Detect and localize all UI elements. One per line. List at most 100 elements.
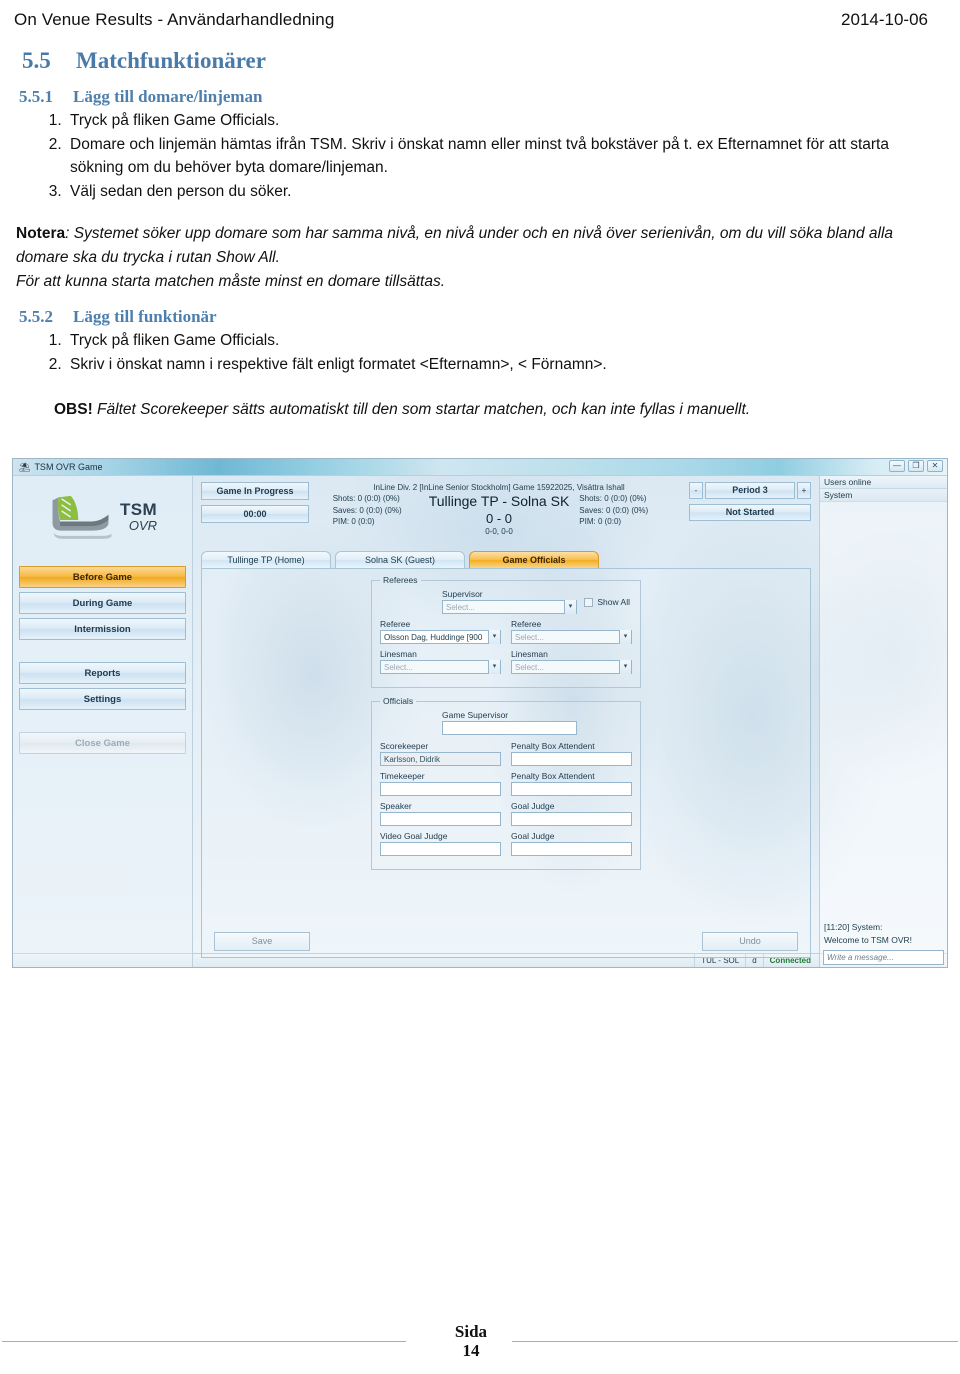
heading-5-5-1: 5.5.1 Lägg till domare/linjeman <box>19 87 944 107</box>
penalty-box-2-input[interactable] <box>511 782 632 796</box>
video-goal-judge-input[interactable] <box>380 842 501 856</box>
chevron-down-icon[interactable]: ▾ <box>488 630 500 644</box>
linesman-right-select[interactable]: Select... ▾ <box>511 660 632 674</box>
tab-game-officials[interactable]: Game Officials <box>469 551 599 568</box>
period-control: - Period 3 + Not Started <box>689 482 811 550</box>
close-icon[interactable]: ✕ <box>927 460 943 472</box>
scorekeeper-value: Karlsson, Didrik <box>384 754 441 764</box>
heading-5-5-1-number: 5.5.1 <box>19 87 53 106</box>
logo-line-2: OVR <box>128 518 158 534</box>
linesman-right-value: Select... <box>515 662 544 672</box>
guest-pim: PIM: 0 (0:0) <box>579 517 622 527</box>
period-label[interactable]: Period 3 <box>705 482 795 499</box>
officials-group: Officials Game Supervisor Scorekeeper Ka… <box>371 696 641 870</box>
referee-right-select[interactable]: Select... ▾ <box>511 630 632 644</box>
period-increment-button[interactable]: + <box>797 482 811 499</box>
chat-log: [11:20] System: Welcome to TSM OVR! <box>824 922 913 945</box>
speaker-input[interactable] <box>380 812 501 826</box>
sidebar-item-reports[interactable]: Reports <box>19 662 186 684</box>
sidebar-divider-2 <box>13 714 192 728</box>
score-row: Shots: 0 (0:0) (0%) Saves: 0 (0:0) (0%) … <box>309 493 689 536</box>
panel-actions: Save Undo <box>202 932 810 951</box>
scoreboard: InLine Div. 2 [InLine Senior Stockholm] … <box>309 482 689 550</box>
home-stats: Shots: 0 (0:0) (0%) Saves: 0 (0:0) (0%) … <box>333 493 419 528</box>
timekeeper-label: Timekeeper <box>380 771 425 781</box>
officials-legend: Officials <box>383 696 414 706</box>
sidebar-item-before-game[interactable]: Before Game <box>19 566 186 588</box>
supervisor-row: Supervisor Select... ▾ Show All <box>380 589 632 619</box>
document-header-date: 2014-10-06 <box>841 10 928 29</box>
period-decrement-button[interactable]: - <box>689 482 703 499</box>
page-number: Sida 14 <box>440 1322 502 1360</box>
goal-judge-2-input[interactable] <box>511 842 632 856</box>
restore-icon[interactable]: ❐ <box>908 460 924 472</box>
goal-judge-1-input[interactable] <box>511 812 632 826</box>
window-body: TSM OVR Before Game During Game Intermis… <box>13 476 947 967</box>
period-scores: 0-0, 0-0 <box>485 527 513 536</box>
tab-home-team[interactable]: Tullinge TP (Home) <box>201 551 331 568</box>
referee-left-value: Olsson Dag, Huddinge [900 <box>384 632 483 642</box>
heading-5-5: 5.5 Matchfunktionärer <box>22 48 944 74</box>
scorekeeper-input: Karlsson, Didrik <box>380 752 501 766</box>
note-second-line: För att kunna starta matchen måste minst… <box>16 273 446 291</box>
game-status-button[interactable]: Not Started <box>689 504 811 521</box>
referee-left-select[interactable]: Olsson Dag, Huddinge [900 ▾ <box>380 630 501 644</box>
game-info-line: InLine Div. 2 [InLine Senior Stockholm] … <box>373 483 625 492</box>
chevron-down-icon[interactable]: ▾ <box>488 660 500 674</box>
video-goal-judge-row: Video Goal Judge Goal Judge <box>380 831 632 861</box>
show-all-checkbox[interactable] <box>584 597 594 607</box>
game-supervisor-input[interactable] <box>442 721 577 735</box>
guest-stats: Shots: 0 (0:0) (0%) Saves: 0 (0:0) (0%) … <box>579 493 665 528</box>
sidebar: TSM OVR Before Game During Game Intermis… <box>13 476 193 967</box>
chat-spacer <box>820 502 947 919</box>
skate-logo-icon <box>52 495 112 539</box>
scorekeeper-label: Scorekeeper <box>380 741 429 751</box>
save-button[interactable]: Save <box>214 932 310 951</box>
penalty-box-1-input[interactable] <box>511 752 632 766</box>
window-title-bar: ⛱ TSM OVR Game — ❐ ✕ <box>13 459 947 476</box>
footer-rule-left <box>2 1341 406 1343</box>
speaker-row: Speaker Goal Judge <box>380 801 632 831</box>
linesman-left-select[interactable]: Select... ▾ <box>380 660 501 674</box>
chevron-down-icon[interactable]: ▾ <box>619 660 631 674</box>
logo-text: TSM OVR <box>120 501 157 532</box>
referees-group: Referees Supervisor Select... ▾ Show All… <box>371 575 641 688</box>
document-header: On Venue Results - Användarhandledning 2… <box>0 0 960 30</box>
chat-input[interactable]: Write a message... <box>823 950 944 965</box>
obs-text: Fältet Scorekeeper sätts automatiskt til… <box>92 401 751 419</box>
supervisor-label: Supervisor <box>442 589 483 599</box>
supervisor-select[interactable]: Select... ▾ <box>442 600 577 614</box>
document-header-title: On Venue Results - Användarhandledning <box>14 10 335 29</box>
officials-form: Referees Supervisor Select... ▾ Show All… <box>371 575 641 870</box>
referees-legend: Referees <box>383 575 418 585</box>
footer-rule-right <box>512 1341 958 1343</box>
list-item: Tryck på fliken Game Officials. <box>66 329 944 353</box>
minimize-icon[interactable]: — <box>889 460 905 472</box>
penalty-box-1-label: Penalty Box Attendent <box>511 741 595 751</box>
sidebar-item-during-game[interactable]: During Game <box>19 592 186 614</box>
tab-guest-team[interactable]: Solna SK (Guest) <box>335 551 465 568</box>
game-in-progress-button[interactable]: Game In Progress <box>201 482 309 500</box>
video-goal-judge-label: Video Goal Judge <box>380 831 448 841</box>
list-item: Välj sedan den person du söker. <box>66 180 944 204</box>
list-item: Tryck på fliken Game Officials. <box>66 109 944 133</box>
document-body: 5.5 Matchfunktionärer 5.5.1 Lägg till do… <box>0 48 960 422</box>
chevron-down-icon[interactable]: ▾ <box>564 600 576 614</box>
obs-label: OBS! <box>54 401 93 419</box>
page-label: Sida <box>454 1322 488 1342</box>
timekeeper-input[interactable] <box>380 782 501 796</box>
undo-button[interactable]: Undo <box>702 932 798 951</box>
steps-list-5-5-1: Tryck på fliken Game Officials. Domare o… <box>14 109 944 203</box>
note-label: Notera <box>16 225 66 243</box>
chevron-down-icon[interactable]: ▾ <box>619 630 631 644</box>
supervisor-field: Supervisor Select... ▾ <box>442 589 577 619</box>
show-all-checkbox-wrapper[interactable]: Show All <box>584 597 632 607</box>
sidebar-item-intermission[interactable]: Intermission <box>19 618 186 640</box>
game-officials-panel: Referees Supervisor Select... ▾ Show All… <box>201 568 811 958</box>
game-clock[interactable]: 00:00 <box>201 505 309 523</box>
sidebar-item-settings[interactable]: Settings <box>19 688 186 710</box>
window-title: TSM OVR Game <box>34 462 103 472</box>
list-item[interactable]: System <box>820 489 947 502</box>
timekeeper-row: Timekeeper Penalty Box Attendent <box>380 771 632 801</box>
goal-judge-1-label: Goal Judge <box>511 801 555 811</box>
